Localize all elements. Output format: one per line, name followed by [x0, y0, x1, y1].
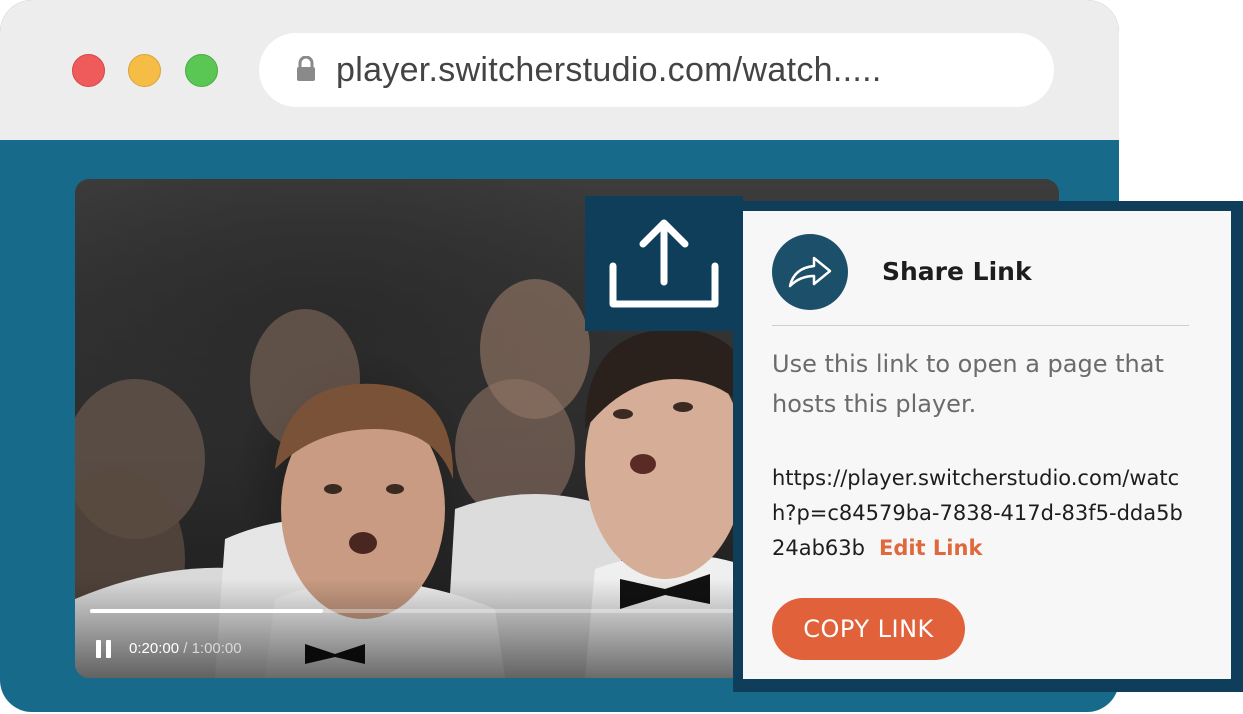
lock-icon	[297, 56, 315, 81]
video-progress-bar[interactable]	[90, 609, 790, 613]
share-link-panel: Share Link Use this link to open a page …	[733, 201, 1243, 692]
minimize-window-button[interactable]	[128, 54, 161, 87]
share-arrow-icon	[772, 234, 848, 310]
share-link-description: Use this link to open a page that hosts …	[772, 350, 1164, 418]
share-link-title: Share Link	[882, 257, 1032, 286]
browser-toolbar: player.switcherstudio.com/watch.....	[0, 0, 1119, 140]
share-button[interactable]	[585, 196, 743, 331]
maximize-window-button[interactable]	[185, 54, 218, 87]
address-bar[interactable]: player.switcherstudio.com/watch.....	[259, 33, 1054, 107]
current-time: 0:20:00	[129, 640, 180, 657]
total-time: 1:00:00	[191, 640, 242, 657]
edit-link-button[interactable]: Edit Link	[879, 536, 982, 560]
video-time: 0:20:00 / 1:00:00	[129, 640, 242, 657]
pause-icon[interactable]	[96, 640, 112, 658]
share-link-card: Share Link Use this link to open a page …	[743, 211, 1231, 679]
share-link-url-block: https://player.switcherstudio.com/watch?…	[772, 461, 1192, 566]
video-progress-fill	[90, 609, 324, 613]
share-upload-icon	[609, 219, 719, 308]
copy-link-button[interactable]: COPY LINK	[772, 598, 965, 660]
address-bar-url[interactable]: player.switcherstudio.com/watch.....	[336, 51, 882, 90]
close-window-button[interactable]	[72, 54, 105, 87]
divider	[772, 325, 1189, 326]
time-separator: /	[179, 640, 192, 657]
